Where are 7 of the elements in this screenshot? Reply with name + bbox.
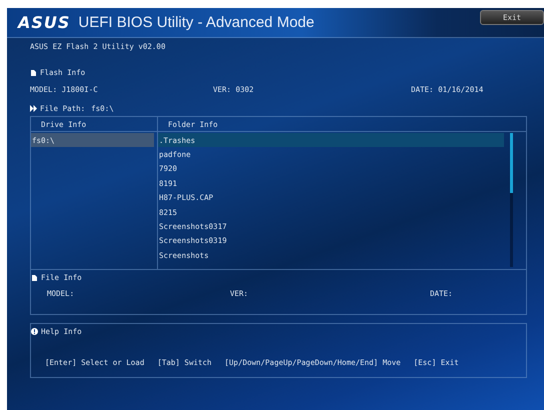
logo: ASUS (18, 13, 70, 32)
window-title: UEFI BIOS Utility - Advanced Mode (78, 14, 316, 31)
document-icon (30, 68, 37, 76)
double-arrow-icon (30, 104, 37, 112)
scrollbar-thumb[interactable] (510, 133, 513, 193)
document-icon (31, 274, 38, 280)
info-icon (31, 328, 38, 334)
